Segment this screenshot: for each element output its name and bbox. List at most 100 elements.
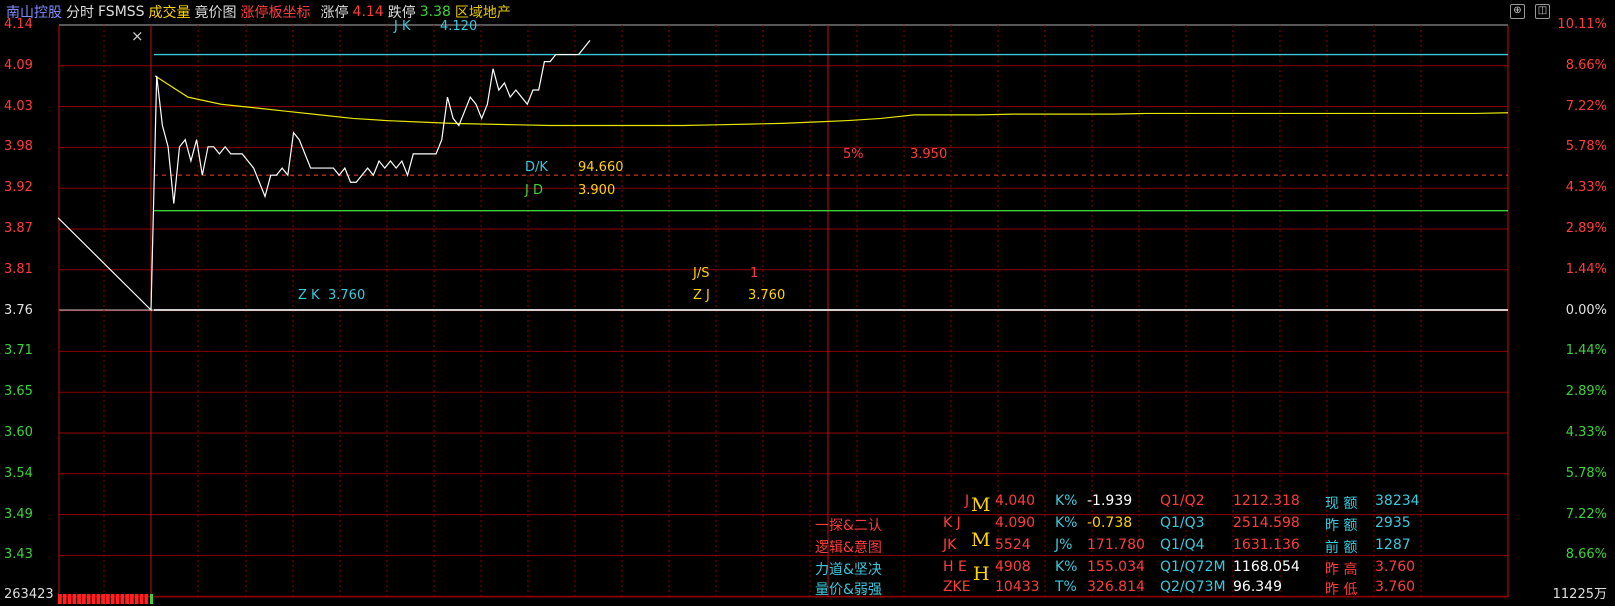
- table-cell: T%: [1055, 579, 1077, 595]
- table-row: 量价&弱强 ZKE 10433 T% 326.814 Q2/Q73M 96.34…: [815, 579, 1465, 599]
- table-cell: 1631.136: [1233, 537, 1300, 553]
- table-cell: 96.349: [1233, 579, 1282, 595]
- table-cell: 10433: [995, 579, 1040, 595]
- volume-bar: [106, 594, 110, 604]
- price-axis-label: 3.54: [4, 465, 33, 481]
- volume-bar: [115, 594, 120, 604]
- price-axis-label: 3.49: [4, 506, 33, 522]
- jd-label: J D: [525, 183, 543, 198]
- table-cell: 38234: [1375, 493, 1420, 509]
- percent-axis-label: 4.33%: [1565, 425, 1607, 440]
- percent-axis-label: 7.22%: [1565, 506, 1607, 522]
- table-cell: K J: [943, 515, 961, 531]
- price-axis-label: 3.98: [4, 139, 33, 155]
- percent-axis-label: 5.78%: [1565, 465, 1607, 481]
- table-cell: H E: [943, 559, 967, 575]
- table-cell: 力道&坚决: [815, 562, 882, 578]
- volume-bar: [91, 594, 96, 604]
- table-cell: 1212.318: [1233, 493, 1300, 509]
- zk-value: 3.760: [328, 288, 366, 303]
- dk-value: 94.660: [578, 160, 624, 175]
- average-price-line: [154, 75, 1509, 127]
- price-axis-label: 3.65: [4, 384, 33, 400]
- volume-bar: [58, 594, 62, 604]
- table-cell: Q2/Q73M: [1160, 579, 1226, 595]
- percent-axis-label: 2.89%: [1565, 221, 1607, 236]
- table-cell: 2935: [1375, 515, 1411, 531]
- volume-bar: [144, 594, 149, 604]
- volume-bar: [125, 594, 129, 604]
- table-cell: JK: [943, 537, 957, 553]
- percent-axis-label: 8.66%: [1565, 57, 1607, 73]
- volume-bar: [67, 594, 72, 604]
- price-axis-label: 4.14: [4, 17, 33, 32]
- table-cell: 5524: [995, 537, 1031, 553]
- table-cell: 326.814: [1087, 579, 1145, 595]
- volume-bar: [139, 594, 144, 604]
- table-cell: -1.939: [1087, 493, 1133, 509]
- volume-bar: [77, 594, 81, 604]
- jk-value: 4.120: [440, 19, 478, 34]
- price-axis-label: 3.71: [4, 343, 33, 359]
- table-cell: 155.034: [1087, 559, 1145, 575]
- price-axis-label: 3.43: [4, 547, 33, 563]
- table-cell: J%: [1055, 537, 1073, 553]
- volume-left-label: 263423: [4, 587, 54, 602]
- volume-bar: [101, 594, 105, 604]
- volume-bar: [72, 594, 77, 604]
- table-row: 力道&坚决 H E 4908 K% 155.034 Q1/Q72M 1168.0…: [815, 559, 1465, 579]
- percent-axis-label: 1.44%: [1565, 343, 1607, 359]
- table-cell: 一探&二认: [815, 518, 882, 534]
- volume-right-label: 11225万: [1552, 587, 1607, 602]
- volume-bar: [62, 594, 67, 604]
- table-cell: J: [965, 493, 970, 509]
- table-cell: 4.090: [995, 515, 1036, 531]
- jd-value: 3.900: [578, 183, 616, 198]
- table-cell: ZKE: [943, 579, 971, 595]
- percent-axis-label: 10.11%: [1557, 17, 1607, 32]
- table-cell: 昨 低: [1325, 582, 1358, 598]
- table-cell: 昨 高: [1325, 562, 1358, 578]
- table-cell: 3.760: [1375, 579, 1416, 595]
- m-marker-icon: M: [971, 529, 991, 551]
- volume-bar: [134, 594, 139, 604]
- table-cell: 2514.598: [1233, 515, 1300, 531]
- table-cell: Q1/Q3: [1160, 515, 1205, 531]
- percent-axis-label: 1.44%: [1565, 261, 1607, 277]
- volume-bar: [86, 594, 91, 604]
- price-axis-label: 3.76: [4, 302, 33, 318]
- table-cell: 4.040: [995, 493, 1036, 509]
- price-axis-label: 3.87: [4, 221, 33, 236]
- table-cell: Q1/Q2: [1160, 493, 1205, 509]
- level-lines: [154, 53, 1508, 311]
- js-value: 1: [750, 266, 759, 281]
- table-row: J 4.040 K% -1.939 Q1/Q2 1212.318 现 额 382…: [815, 493, 1465, 513]
- volume-bar: [82, 594, 86, 604]
- percent-axis-label: 7.22%: [1565, 98, 1607, 114]
- percent-axis-label: 0.00%: [1565, 302, 1607, 318]
- table-cell: K%: [1055, 493, 1078, 509]
- close-icon[interactable]: ×: [131, 29, 144, 44]
- table-cell: 1287: [1375, 537, 1411, 553]
- volume-bar: [110, 594, 115, 604]
- jk-label: J K: [394, 19, 411, 34]
- price-axis-label: 3.60: [4, 425, 33, 440]
- table-cell: Q1/Q4: [1160, 537, 1205, 553]
- price-axis-label: 3.81: [4, 261, 33, 277]
- percent-axis-label: 4.33%: [1565, 180, 1607, 196]
- volume-bar: [96, 594, 101, 604]
- table-cell: 逻辑&意图: [815, 540, 882, 556]
- volume-bar: [130, 594, 134, 604]
- table-cell: 昨 额: [1325, 518, 1358, 534]
- table-cell: 前 额: [1325, 540, 1358, 556]
- m-marker-icon: M: [971, 494, 991, 516]
- table-cell: 量价&弱强: [815, 582, 882, 598]
- table-cell: K%: [1055, 515, 1078, 531]
- table-cell: -0.738: [1087, 515, 1133, 531]
- table-cell: 3.760: [1375, 559, 1416, 575]
- percent-axis-label: 8.66%: [1565, 547, 1607, 563]
- price-axis-label: 4.03: [4, 98, 33, 114]
- table-cell: 1168.054: [1233, 559, 1300, 575]
- zj-value: 3.760: [748, 288, 786, 303]
- price-axis-label: 4.09: [4, 57, 33, 73]
